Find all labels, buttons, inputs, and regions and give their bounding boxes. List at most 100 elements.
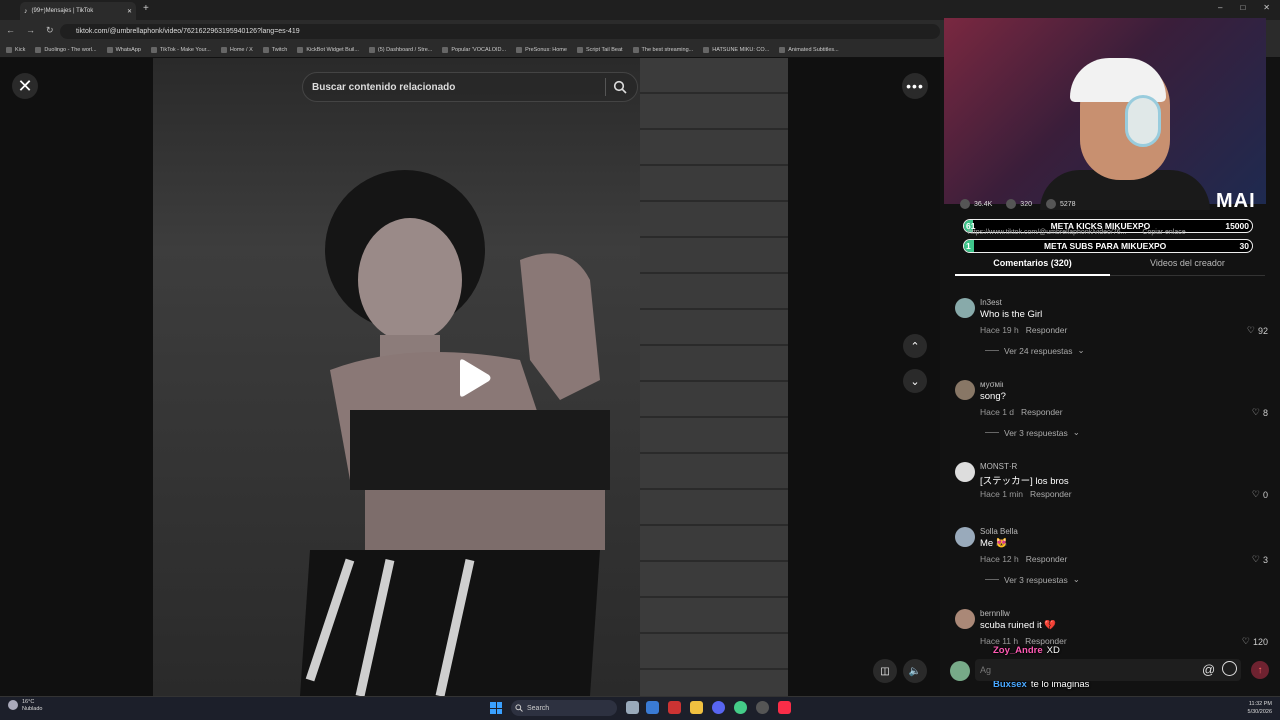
heart-outline-icon: ♡: [1246, 325, 1255, 335]
window-close-icon[interactable]: ✕: [1263, 3, 1270, 12]
openai-icon[interactable]: [756, 701, 769, 714]
forward-icon[interactable]: →: [26, 25, 35, 36]
comment-username[interactable]: муσміι: [980, 380, 1004, 389]
bookmark-item[interactable]: Kick: [6, 46, 25, 53]
commenter-avatar[interactable]: [955, 609, 975, 629]
maximize-icon[interactable]: □: [1240, 3, 1245, 12]
subs-goal-label: META SUBS PARA MIKUEXPO: [1043, 241, 1167, 251]
comment-username[interactable]: Solla Bella: [980, 527, 1018, 536]
bookmark-favicon-icon: [779, 46, 786, 53]
webcam-headset: [1125, 95, 1161, 147]
bookmark-item[interactable]: Twitch: [262, 46, 287, 53]
url-field[interactable]: tiktok.com/@umbrellaphonk/video/76216229…: [60, 24, 940, 39]
stat-item[interactable]: 36.4K: [960, 199, 992, 209]
bookmark-item[interactable]: HATSUNE MIKU: CO...: [703, 46, 769, 53]
more-options-button[interactable]: •••: [902, 73, 928, 99]
bookmark-item[interactable]: Duolingo - The worl...: [35, 46, 97, 53]
reply-button[interactable]: Responder: [1021, 407, 1063, 417]
system-clock[interactable]: 11:32 PM 5/30/2026: [1236, 700, 1272, 716]
video-tile-wall: [640, 58, 788, 696]
bookmark-item[interactable]: WhatsApp: [106, 46, 141, 53]
task-view-icon[interactable]: [626, 701, 639, 714]
tab-comments[interactable]: Comentarios (320): [955, 258, 1110, 276]
reload-icon[interactable]: ↻: [46, 25, 54, 36]
discord-icon[interactable]: [712, 701, 725, 714]
tiktok-favicon-icon: ♪: [24, 7, 28, 15]
picture-in-picture-button[interactable]: ◫: [873, 659, 897, 683]
search-icon[interactable]: [613, 80, 627, 94]
user-avatar: [950, 661, 970, 681]
clock-date: 5/30/2026: [1247, 709, 1272, 715]
comment-meta: Hace 12 h Responder: [980, 554, 1067, 564]
play-icon[interactable]: [456, 358, 492, 398]
previous-video-button[interactable]: ⌃: [903, 334, 927, 358]
chevron-down-icon: ⌄: [910, 375, 920, 388]
browser-tab[interactable]: ♪ (99+)Mensajes | TikTok ✕: [20, 2, 136, 20]
view-replies-button[interactable]: Ver 3 respuestas ⌄: [985, 427, 1080, 438]
bookmark-item[interactable]: Home / X: [220, 46, 253, 53]
send-comment-button[interactable]: ↑: [1251, 661, 1269, 679]
new-tab-icon[interactable]: +: [143, 3, 149, 14]
volume-button[interactable]: 🔈: [903, 659, 927, 683]
like-button[interactable]: ♡ 3: [1252, 554, 1268, 565]
commenter-avatar[interactable]: [955, 462, 975, 482]
comment-username[interactable]: bernnllw: [980, 609, 1010, 618]
bookmark-item[interactable]: Script Tail Beat: [576, 46, 623, 53]
next-video-button[interactable]: ⌄: [903, 369, 927, 393]
weather-icon[interactable]: [8, 700, 18, 710]
view-replies-button[interactable]: Ver 24 respuestas ⌄: [985, 345, 1085, 356]
mention-icon[interactable]: @: [1202, 662, 1215, 677]
commenter-avatar[interactable]: [955, 380, 975, 400]
comment-username[interactable]: MONST·R: [980, 462, 1017, 471]
stat-item[interactable]: 5278: [1045, 199, 1076, 209]
tab-creator-videos[interactable]: Videos del creador: [1110, 258, 1265, 276]
bookmark-item[interactable]: (5) Dashboard / Stre...: [368, 46, 432, 53]
reply-button[interactable]: Responder: [1030, 489, 1072, 499]
weather-widget[interactable]: 16°C Nublado: [22, 699, 43, 713]
heart-icon: [960, 199, 970, 209]
like-button[interactable]: ♡ 8: [1252, 407, 1268, 418]
share-link-row[interactable]: https://www.tiktok.com/@umbrellaphonk/vi…: [968, 229, 1186, 236]
bookmark-item[interactable]: The best streaming...: [632, 46, 693, 53]
close-viewer-button[interactable]: ✕: [12, 73, 38, 99]
reply-button[interactable]: Responder: [1026, 325, 1068, 335]
bookmark-item[interactable]: Animated Subtitles...: [779, 46, 839, 53]
view-replies-button[interactable]: Ver 3 respuestas ⌄: [985, 574, 1080, 585]
bookmark-icon: [1045, 199, 1056, 209]
music-icon[interactable]: [778, 701, 791, 714]
tab-close-icon[interactable]: ✕: [127, 8, 132, 15]
chevron-down-icon: ⌄: [1077, 345, 1085, 355]
edge-icon[interactable]: [646, 701, 659, 714]
chrome-icon[interactable]: [734, 701, 747, 714]
commenter-avatar[interactable]: [955, 298, 975, 318]
video-stats-row: 36.4K 320 5278: [960, 198, 1250, 210]
file-explorer-icon[interactable]: [690, 701, 703, 714]
like-button[interactable]: ♡ 0: [1252, 489, 1268, 500]
heart-outline-icon: ♡: [1251, 489, 1260, 499]
windows-start-icon[interactable]: [490, 702, 502, 714]
app-icon-red[interactable]: [668, 701, 681, 714]
view-replies-label: Ver 24 respuestas: [1004, 345, 1073, 356]
like-count: 0: [1262, 489, 1268, 500]
bookmark-favicon-icon: [632, 46, 639, 53]
back-icon[interactable]: ←: [6, 25, 15, 36]
minimize-icon[interactable]: –: [1218, 3, 1222, 12]
bookmark-item[interactable]: KickBot Widget Buil...: [297, 46, 359, 53]
comment-username[interactable]: In3est: [980, 298, 1002, 307]
browser-tab-bar: [0, 0, 1280, 20]
commenter-avatar[interactable]: [955, 527, 975, 547]
speaker-icon: 🔈: [908, 665, 922, 677]
like-button[interactable]: ♡ 120: [1242, 636, 1268, 647]
taskbar-search[interactable]: Search: [511, 700, 617, 716]
bookmark-item[interactable]: PreSonus: Home: [516, 46, 567, 53]
stat-item[interactable]: 320: [1006, 199, 1032, 209]
comment-text: Me 😻: [980, 538, 1008, 549]
related-search-input[interactable]: Buscar contenido relacionado: [302, 72, 638, 102]
comment-text: scuba ruined it 💔: [980, 620, 1057, 631]
emoji-icon[interactable]: [1222, 661, 1237, 676]
copy-link-button[interactable]: Copiar enlace: [1142, 229, 1185, 236]
like-button[interactable]: ♡ 92: [1247, 325, 1268, 336]
bookmark-item[interactable]: Popular ’VOCALOID...: [442, 46, 506, 53]
reply-button[interactable]: Responder: [1026, 554, 1068, 564]
bookmark-item[interactable]: TikTok - Make Your...: [150, 46, 211, 53]
